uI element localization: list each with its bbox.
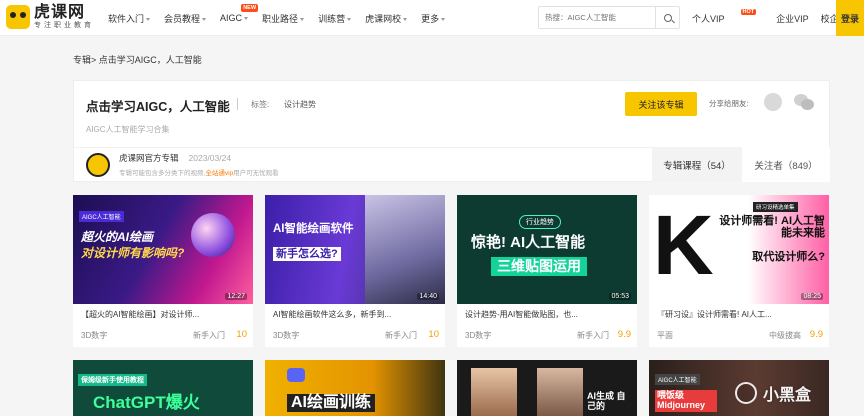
- course-score: 10: [428, 329, 439, 340]
- video-duration: 05:53: [609, 293, 631, 300]
- title-divider: [237, 98, 238, 110]
- author-name[interactable]: 虎课网官方专辑: [119, 153, 179, 163]
- author-avatar[interactable]: [86, 153, 110, 177]
- portrait-illustration: [365, 195, 445, 304]
- login-button[interactable]: 登录: [836, 0, 864, 36]
- xiaoheihe-watermark: 小黑盒: [735, 381, 850, 405]
- tab-followers[interactable]: 关注者（849）: [742, 147, 830, 182]
- chevron-down-icon: [202, 17, 207, 21]
- course-thumbnail: 行业趋势 惊艳! AI人工智能 三维贴图运用 05:53: [457, 195, 637, 304]
- course-card[interactable]: 行业趋势 惊艳! AI人工智能 三维贴图运用 05:53 设计趋势-用AI智能做…: [457, 195, 637, 347]
- course-card[interactable]: K 研习设精选单集 设计师需看! AI人工智能未来能 取代设计师么? 08:25…: [649, 195, 829, 347]
- video-duration: 14:40: [417, 293, 439, 300]
- course-meta: 3D数字 新手入门 9.9: [465, 329, 631, 341]
- course-level: 新手入门: [385, 331, 417, 340]
- hot-badge: HOT: [740, 8, 757, 15]
- breadcrumb[interactable]: 专辑> 点击学习AIGC，人工智能: [73, 53, 202, 66]
- course-category: 3D数字: [81, 331, 108, 340]
- top-navigation-bar: 虎课网 专注职业教育 软件入门 会员教程 AIGC NEW 职业路径 训练营 虎课…: [0, 0, 864, 36]
- nav-member-tutorials[interactable]: 会员教程: [164, 12, 207, 25]
- qq-share-icon[interactable]: [764, 93, 782, 111]
- portrait-photo-ai: [537, 368, 583, 416]
- main-nav: 软件入门 会员教程 AIGC NEW 职业路径 训练营 虎课网校 更多: [108, 0, 459, 36]
- search-input[interactable]: [539, 7, 654, 28]
- new-badge: NEW: [241, 4, 259, 12]
- tag-label: 标签:: [251, 100, 270, 109]
- nav-software-intro[interactable]: 软件入门: [108, 12, 151, 25]
- course-category: 平面: [657, 331, 673, 340]
- share-label: 分享给朋友:: [709, 99, 749, 108]
- logo-name: 虎课网: [34, 4, 86, 21]
- letter-k-graphic: K: [653, 198, 714, 292]
- course-card[interactable]: AIGC人工智能 超火的AI绘画 对设计师有影响吗? 12:27 【超火的AI智…: [73, 195, 253, 347]
- course-thumbnail: AI绘画训练: [265, 360, 445, 416]
- enterprise-vip-link[interactable]: 企业VIP: [776, 12, 809, 25]
- wechat-share-icon[interactable]: [794, 93, 816, 111]
- course-meta: 3D数字 新手入门 10: [81, 329, 247, 341]
- chevron-down-icon: [347, 17, 352, 21]
- course-thumbnail: AI生成 自己的: [457, 360, 637, 416]
- chevron-down-icon: [403, 17, 408, 21]
- album-tag[interactable]: 设计趋势: [284, 99, 316, 110]
- course-title[interactable]: 【超火的AI智能绘画】对设计师...: [81, 309, 247, 320]
- author-line: 虎课网官方专辑 2023/03/24: [119, 152, 231, 164]
- nav-more[interactable]: 更多: [421, 12, 446, 25]
- course-title[interactable]: 『研习设』设计师需看! AI人工...: [657, 309, 823, 320]
- chevron-down-icon: [441, 17, 446, 21]
- course-thumbnail: K 研习设精选单集 设计师需看! AI人工智能未来能 取代设计师么? 08:25: [649, 195, 829, 304]
- tiger-logo-icon: [6, 5, 30, 29]
- site-logo[interactable]: 虎课网 专注职业教育: [6, 4, 94, 30]
- nav-career-path[interactable]: 职业路径: [262, 12, 305, 25]
- course-thumbnail: AIGC人工智能 超火的AI绘画 对设计师有影响吗? 12:27: [73, 195, 253, 304]
- planet-illustration: [191, 213, 235, 257]
- video-duration: 12:27: [225, 293, 247, 300]
- discord-icon: [287, 368, 305, 382]
- course-title[interactable]: AI智能绘画软件这么多，新手到...: [273, 309, 439, 320]
- course-card[interactable]: AI智能绘画软件 新手怎么选? 14:40 AI智能绘画软件这么多，新手到...…: [265, 195, 445, 347]
- search-button[interactable]: [655, 7, 679, 28]
- course-card[interactable]: 保姆级新手使用教程 ChatGPT爆火: [73, 360, 253, 416]
- album-description: 专辑可能包含多分类下的视频,全站通vip用户可无忧观看: [119, 170, 279, 177]
- course-thumbnail: AI智能绘画软件 新手怎么选? 14:40: [265, 195, 445, 304]
- logo-slogan: 专注职业教育: [34, 22, 94, 29]
- course-meta: 平面 中级拔高 9.9: [657, 329, 823, 341]
- course-card[interactable]: AI绘画训练: [265, 360, 445, 416]
- tab-album-courses[interactable]: 专辑课程（54）: [652, 147, 742, 182]
- search-icon: [663, 13, 672, 22]
- nav-online-school[interactable]: 虎课网校: [365, 12, 408, 25]
- video-duration: 08:25: [801, 293, 823, 300]
- nav-aigc[interactable]: AIGC NEW: [220, 4, 259, 23]
- album-subtitle: AIGC人工智能学习合集: [86, 125, 170, 134]
- vip-highlight[interactable]: 全站通vip: [205, 170, 233, 177]
- heybox-logo-icon: [735, 382, 757, 404]
- follow-album-button[interactable]: 关注该专辑: [625, 92, 697, 116]
- chevron-down-icon: [300, 17, 305, 21]
- personal-vip-link[interactable]: 个人VIPHOT: [692, 8, 764, 25]
- chevron-down-icon: [244, 17, 249, 21]
- course-level: 新手入门: [193, 331, 225, 340]
- album-date: 2023/03/24: [188, 153, 232, 163]
- nav-training-camp[interactable]: 训练营: [318, 12, 352, 25]
- course-level: 中级拔高: [769, 331, 801, 340]
- course-thumbnail: 保姆级新手使用教程 ChatGPT爆火: [73, 360, 253, 416]
- course-category: 3D数字: [273, 331, 300, 340]
- search-box: [538, 6, 680, 29]
- album-header-card: 点击学习AIGC，人工智能 标签: 设计趋势 AIGC人工智能学习合集 关注该专…: [73, 80, 830, 182]
- course-score: 9.9: [809, 329, 823, 340]
- course-card[interactable]: AI生成 自己的: [457, 360, 637, 416]
- album-title: 点击学习AIGC，人工智能: [86, 100, 230, 114]
- portrait-photo: [471, 368, 517, 416]
- course-level: 新手入门: [577, 331, 609, 340]
- course-category: 3D数字: [465, 331, 492, 340]
- chevron-down-icon: [146, 17, 151, 21]
- course-meta: 3D数字 新手入门 10: [273, 329, 439, 341]
- course-score: 9.9: [617, 329, 631, 340]
- course-score: 10: [236, 329, 247, 340]
- course-title[interactable]: 设计趋势-用AI智能做贴图，也...: [465, 309, 631, 320]
